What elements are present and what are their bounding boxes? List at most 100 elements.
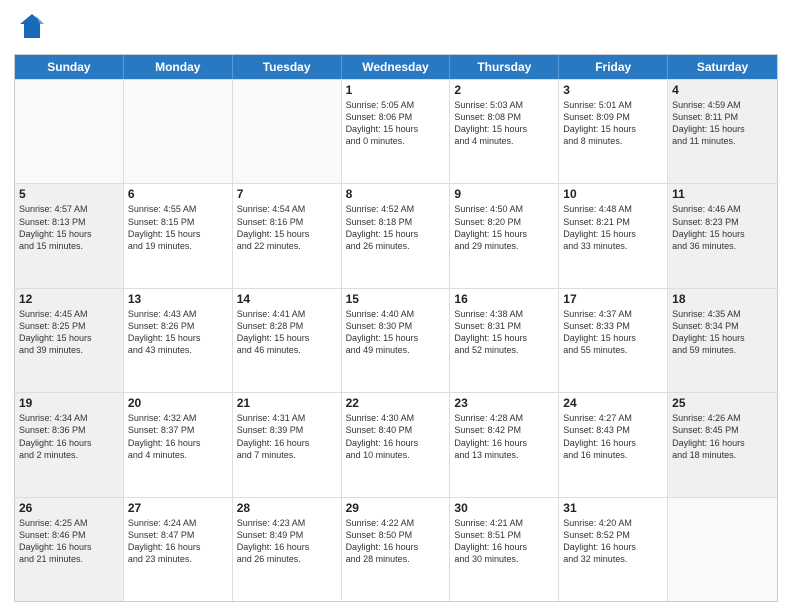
calendar-grid: SundayMondayTuesdayWednesdayThursdayFrid… xyxy=(14,54,778,602)
day-cell-20: 20 Sunrise: 4:32 AM Sunset: 8:37 PM Dayli… xyxy=(124,393,233,496)
day-number: 8 xyxy=(346,187,446,201)
day-cell-2: 2 Sunrise: 5:03 AM Sunset: 8:08 PM Daylig… xyxy=(450,80,559,183)
day-info: Sunrise: 4:27 AM Sunset: 8:43 PM Dayligh… xyxy=(563,412,663,461)
day-number: 14 xyxy=(237,292,337,306)
day-number: 11 xyxy=(672,187,773,201)
day-info: Sunrise: 4:20 AM Sunset: 8:52 PM Dayligh… xyxy=(563,517,663,566)
calendar-body: 1 Sunrise: 5:05 AM Sunset: 8:06 PM Daylig… xyxy=(15,79,777,601)
day-info: Sunrise: 4:31 AM Sunset: 8:39 PM Dayligh… xyxy=(237,412,337,461)
day-number: 3 xyxy=(563,83,663,97)
day-info: Sunrise: 4:22 AM Sunset: 8:50 PM Dayligh… xyxy=(346,517,446,566)
header-day-monday: Monday xyxy=(124,55,233,79)
day-cell-3: 3 Sunrise: 5:01 AM Sunset: 8:09 PM Daylig… xyxy=(559,80,668,183)
page-header xyxy=(14,10,778,46)
day-cell-22: 22Sunrise: 4:30 AM Sunset: 8:40 PM Dayli… xyxy=(342,393,451,496)
day-number: 13 xyxy=(128,292,228,306)
day-cell-10: 10Sunrise: 4:48 AM Sunset: 8:21 PM Dayli… xyxy=(559,184,668,287)
day-cell-1: 1 Sunrise: 5:05 AM Sunset: 8:06 PM Daylig… xyxy=(342,80,451,183)
day-cell-16: 16 Sunrise: 4:38 AM Sunset: 8:31 PM Dayli… xyxy=(450,289,559,392)
day-cell-9: 9Sunrise: 4:50 AM Sunset: 8:20 PM Daylig… xyxy=(450,184,559,287)
day-number: 21 xyxy=(237,396,337,410)
header-day-thursday: Thursday xyxy=(450,55,559,79)
day-info: Sunrise: 4:50 AM Sunset: 8:20 PM Dayligh… xyxy=(454,203,554,252)
calendar-week-4: 19Sunrise: 4:34 AM Sunset: 8:36 PM Dayli… xyxy=(15,392,777,496)
day-cell-26: 26 Sunrise: 4:25 AM Sunset: 8:46 PM Dayli… xyxy=(15,498,124,601)
logo xyxy=(14,10,54,46)
header-day-friday: Friday xyxy=(559,55,668,79)
day-cell-7: 7 Sunrise: 4:54 AM Sunset: 8:16 PM Daylig… xyxy=(233,184,342,287)
day-cell-8: 8 Sunrise: 4:52 AM Sunset: 8:18 PM Daylig… xyxy=(342,184,451,287)
header-day-saturday: Saturday xyxy=(668,55,777,79)
day-cell-19: 19Sunrise: 4:34 AM Sunset: 8:36 PM Dayli… xyxy=(15,393,124,496)
day-number: 12 xyxy=(19,292,119,306)
day-cell-4: 4 Sunrise: 4:59 AM Sunset: 8:11 PM Daylig… xyxy=(668,80,777,183)
day-cell-30: 30 Sunrise: 4:21 AM Sunset: 8:51 PM Dayli… xyxy=(450,498,559,601)
day-number: 23 xyxy=(454,396,554,410)
day-cell-5: 5 Sunrise: 4:57 AM Sunset: 8:13 PM Daylig… xyxy=(15,184,124,287)
day-number: 2 xyxy=(454,83,554,97)
day-info: Sunrise: 4:26 AM Sunset: 8:45 PM Dayligh… xyxy=(672,412,773,461)
day-info: Sunrise: 4:54 AM Sunset: 8:16 PM Dayligh… xyxy=(237,203,337,252)
day-number: 29 xyxy=(346,501,446,515)
calendar-header-row: SundayMondayTuesdayWednesdayThursdayFrid… xyxy=(15,55,777,79)
empty-cell xyxy=(124,80,233,183)
day-number: 5 xyxy=(19,187,119,201)
day-number: 6 xyxy=(128,187,228,201)
day-number: 4 xyxy=(672,83,773,97)
day-info: Sunrise: 4:23 AM Sunset: 8:49 PM Dayligh… xyxy=(237,517,337,566)
day-number: 20 xyxy=(128,396,228,410)
day-cell-14: 14 Sunrise: 4:41 AM Sunset: 8:28 PM Dayli… xyxy=(233,289,342,392)
header-day-tuesday: Tuesday xyxy=(233,55,342,79)
day-number: 22 xyxy=(346,396,446,410)
day-number: 28 xyxy=(237,501,337,515)
day-number: 7 xyxy=(237,187,337,201)
day-info: Sunrise: 4:28 AM Sunset: 8:42 PM Dayligh… xyxy=(454,412,554,461)
day-number: 16 xyxy=(454,292,554,306)
day-info: Sunrise: 4:41 AM Sunset: 8:28 PM Dayligh… xyxy=(237,308,337,357)
empty-cell xyxy=(233,80,342,183)
day-info: Sunrise: 4:38 AM Sunset: 8:31 PM Dayligh… xyxy=(454,308,554,357)
day-number: 1 xyxy=(346,83,446,97)
day-cell-28: 28 Sunrise: 4:23 AM Sunset: 8:49 PM Dayli… xyxy=(233,498,342,601)
day-cell-11: 11 Sunrise: 4:46 AM Sunset: 8:23 PM Dayli… xyxy=(668,184,777,287)
day-cell-6: 6 Sunrise: 4:55 AM Sunset: 8:15 PM Daylig… xyxy=(124,184,233,287)
calendar-week-2: 5 Sunrise: 4:57 AM Sunset: 8:13 PM Daylig… xyxy=(15,183,777,287)
day-number: 24 xyxy=(563,396,663,410)
day-cell-24: 24 Sunrise: 4:27 AM Sunset: 8:43 PM Dayli… xyxy=(559,393,668,496)
day-number: 19 xyxy=(19,396,119,410)
day-cell-13: 13 Sunrise: 4:43 AM Sunset: 8:26 PM Dayli… xyxy=(124,289,233,392)
day-cell-12: 12Sunrise: 4:45 AM Sunset: 8:25 PM Dayli… xyxy=(15,289,124,392)
day-info: Sunrise: 4:21 AM Sunset: 8:51 PM Dayligh… xyxy=(454,517,554,566)
day-info: Sunrise: 4:52 AM Sunset: 8:18 PM Dayligh… xyxy=(346,203,446,252)
day-cell-27: 27Sunrise: 4:24 AM Sunset: 8:47 PM Dayli… xyxy=(124,498,233,601)
day-info: Sunrise: 4:35 AM Sunset: 8:34 PM Dayligh… xyxy=(672,308,773,357)
day-number: 31 xyxy=(563,501,663,515)
day-info: Sunrise: 4:37 AM Sunset: 8:33 PM Dayligh… xyxy=(563,308,663,357)
calendar-week-5: 26 Sunrise: 4:25 AM Sunset: 8:46 PM Dayli… xyxy=(15,497,777,601)
day-cell-17: 17 Sunrise: 4:37 AM Sunset: 8:33 PM Dayli… xyxy=(559,289,668,392)
day-info: Sunrise: 5:05 AM Sunset: 8:06 PM Dayligh… xyxy=(346,99,446,148)
day-info: Sunrise: 4:32 AM Sunset: 8:37 PM Dayligh… xyxy=(128,412,228,461)
day-number: 30 xyxy=(454,501,554,515)
day-info: Sunrise: 4:59 AM Sunset: 8:11 PM Dayligh… xyxy=(672,99,773,148)
day-info: Sunrise: 5:03 AM Sunset: 8:08 PM Dayligh… xyxy=(454,99,554,148)
day-number: 17 xyxy=(563,292,663,306)
calendar-week-1: 1 Sunrise: 5:05 AM Sunset: 8:06 PM Daylig… xyxy=(15,79,777,183)
day-number: 15 xyxy=(346,292,446,306)
day-info: Sunrise: 4:25 AM Sunset: 8:46 PM Dayligh… xyxy=(19,517,119,566)
day-cell-31: 31 Sunrise: 4:20 AM Sunset: 8:52 PM Dayli… xyxy=(559,498,668,601)
day-info: Sunrise: 4:46 AM Sunset: 8:23 PM Dayligh… xyxy=(672,203,773,252)
day-cell-23: 23 Sunrise: 4:28 AM Sunset: 8:42 PM Dayli… xyxy=(450,393,559,496)
day-number: 25 xyxy=(672,396,773,410)
day-number: 10 xyxy=(563,187,663,201)
empty-cell xyxy=(15,80,124,183)
calendar-week-3: 12Sunrise: 4:45 AM Sunset: 8:25 PM Dayli… xyxy=(15,288,777,392)
day-cell-29: 29 Sunrise: 4:22 AM Sunset: 8:50 PM Dayli… xyxy=(342,498,451,601)
day-info: Sunrise: 4:43 AM Sunset: 8:26 PM Dayligh… xyxy=(128,308,228,357)
day-number: 26 xyxy=(19,501,119,515)
header-day-wednesday: Wednesday xyxy=(342,55,451,79)
day-info: Sunrise: 4:57 AM Sunset: 8:13 PM Dayligh… xyxy=(19,203,119,252)
day-info: Sunrise: 5:01 AM Sunset: 8:09 PM Dayligh… xyxy=(563,99,663,148)
day-info: Sunrise: 4:40 AM Sunset: 8:30 PM Dayligh… xyxy=(346,308,446,357)
day-info: Sunrise: 4:55 AM Sunset: 8:15 PM Dayligh… xyxy=(128,203,228,252)
